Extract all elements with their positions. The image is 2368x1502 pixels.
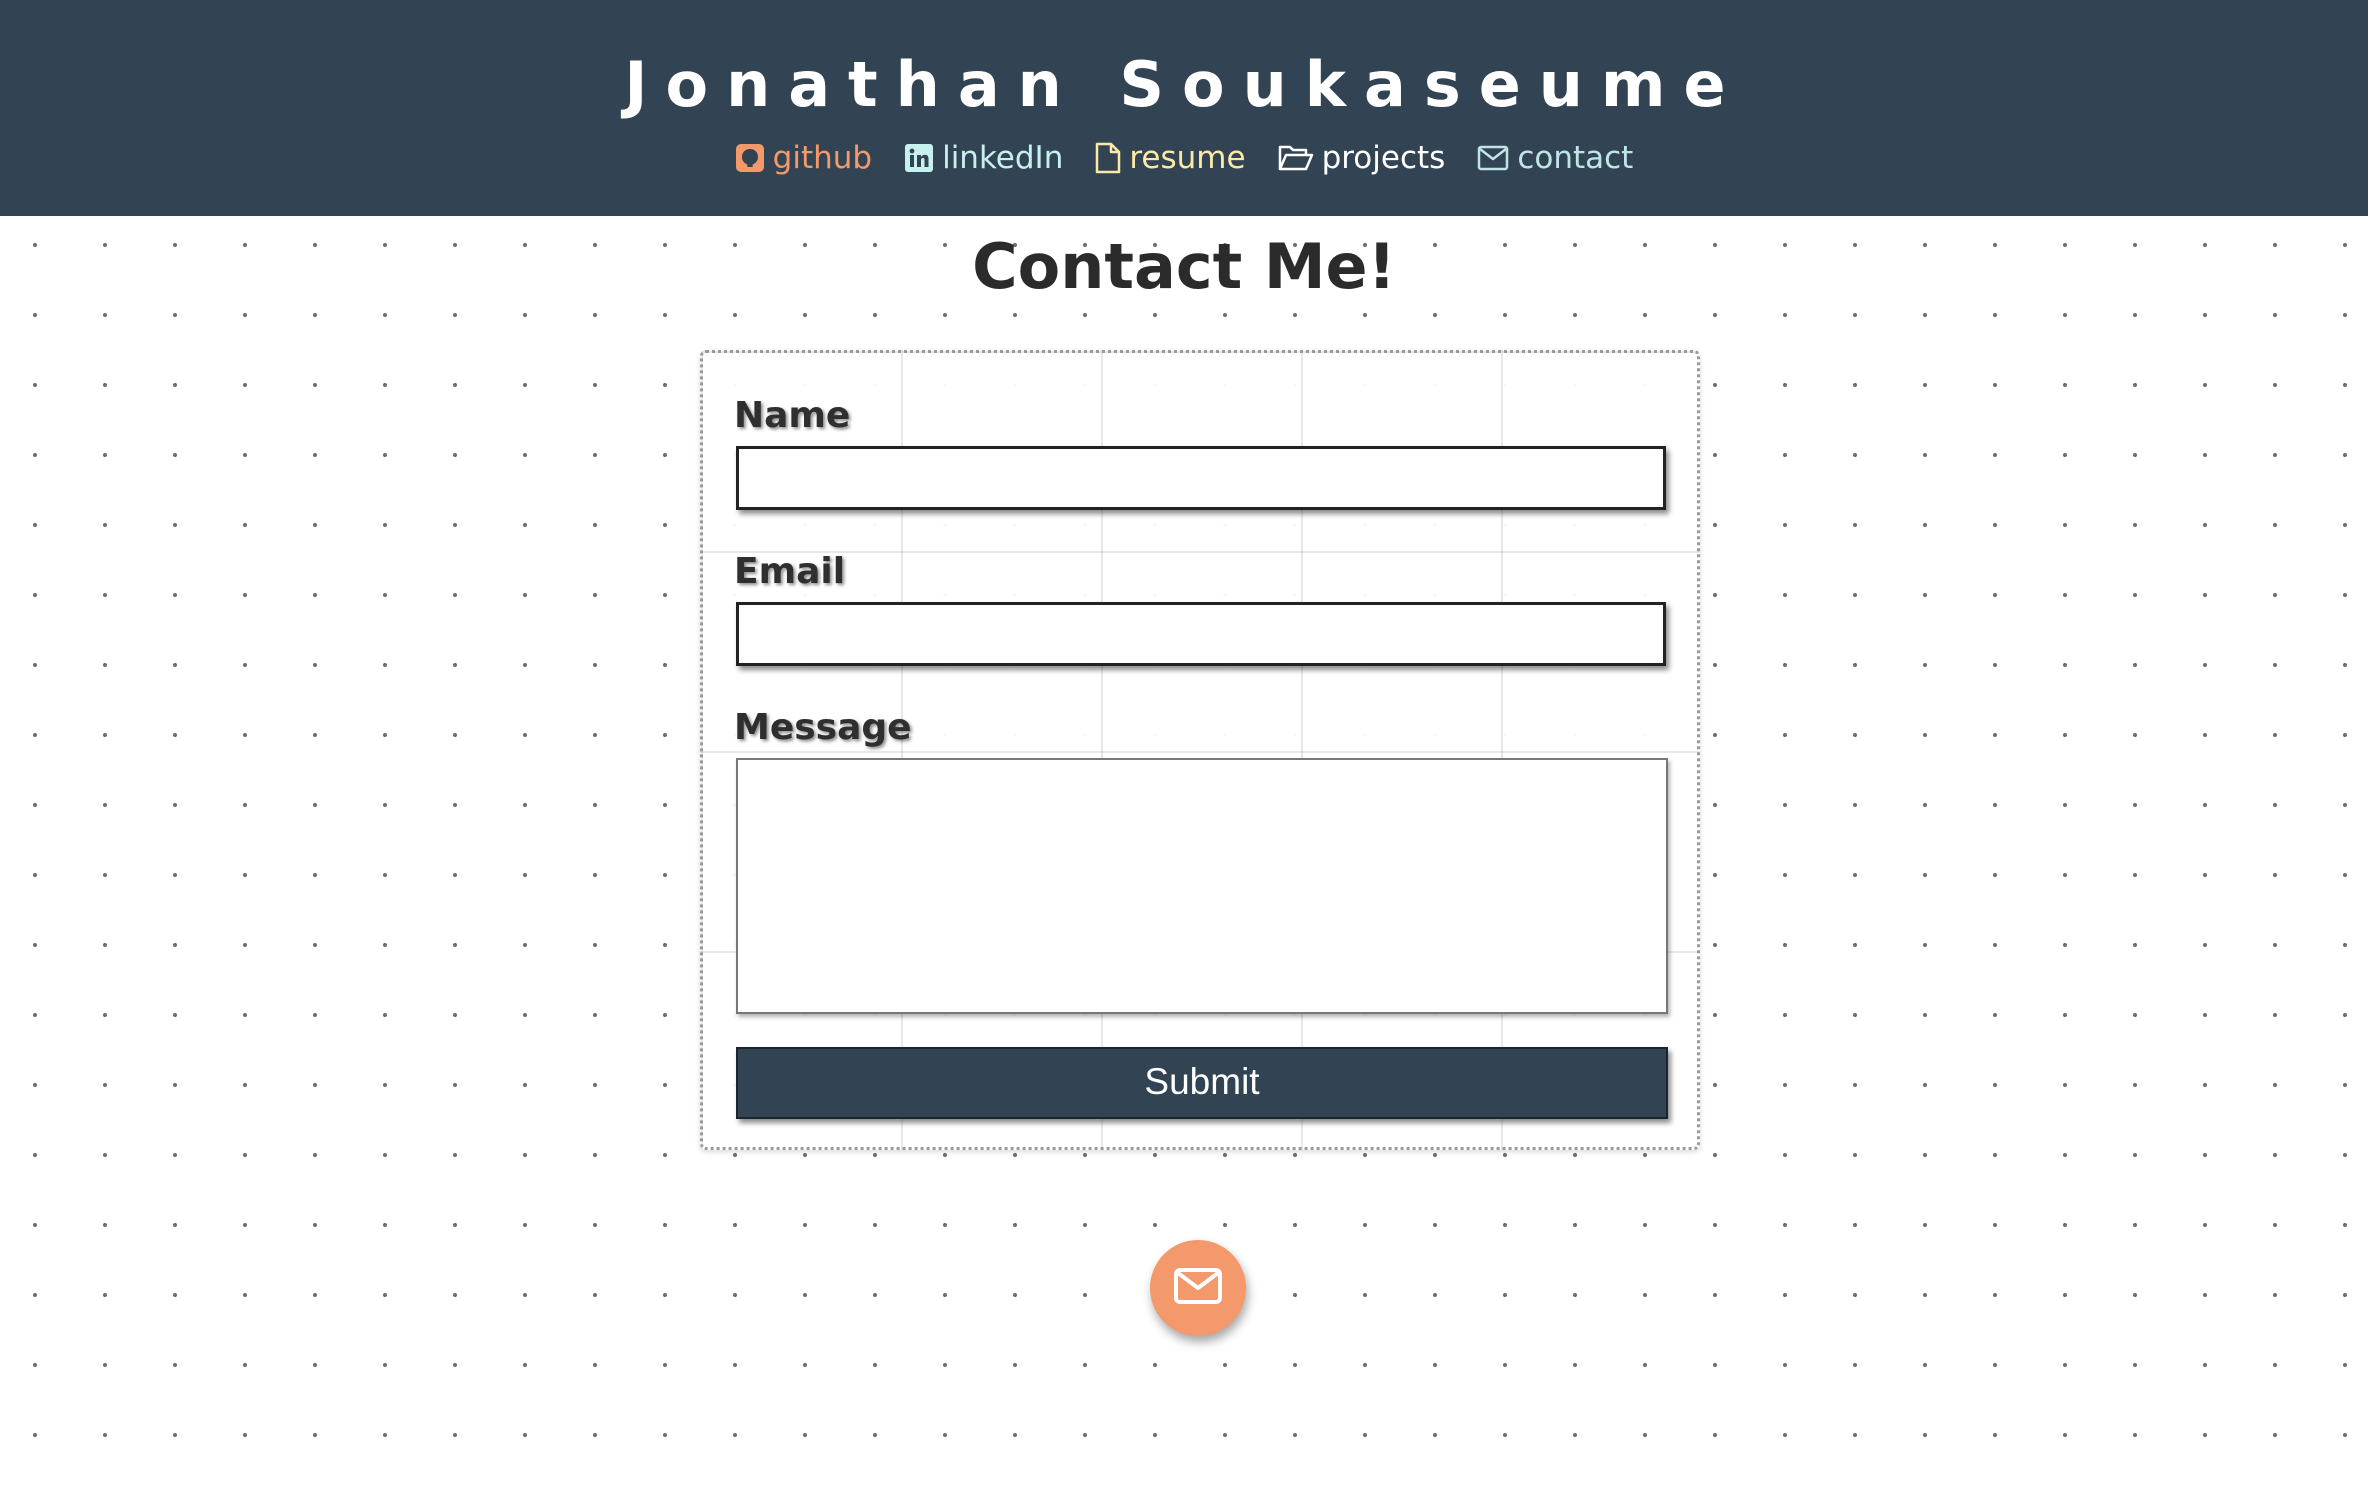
file-icon (1095, 142, 1121, 174)
page-title: Contact Me! (972, 230, 1396, 303)
nav-link-contact[interactable]: contact (1477, 132, 1633, 184)
envelope-icon (1477, 145, 1509, 171)
name-label: Name (734, 395, 851, 436)
contact-fab-button[interactable] (1150, 1240, 1246, 1336)
github-icon (735, 143, 765, 173)
nav-label-github: github (772, 140, 873, 176)
email-label: Email (734, 551, 846, 592)
nav-link-projects[interactable]: projects (1278, 132, 1446, 184)
nav-link-github[interactable]: github (735, 132, 872, 184)
nav-label-linkedin: linkedIn (942, 140, 1064, 176)
envelope-icon (1173, 1267, 1223, 1310)
site-title: Jonathan Soukaseume (624, 48, 1744, 121)
submit-button[interactable]: Submit (736, 1047, 1668, 1119)
nav-label-contact: contact (1517, 140, 1634, 176)
folder-open-icon (1278, 144, 1314, 172)
email-input[interactable] (736, 602, 1666, 666)
name-input[interactable] (736, 446, 1666, 510)
message-textarea[interactable] (736, 758, 1668, 1014)
nav-label-resume: resume (1129, 140, 1246, 176)
site-header: Jonathan Soukaseume github linkedIn resu… (0, 0, 2368, 216)
nav-label-projects: projects (1321, 140, 1446, 176)
contact-form: Name Email Message Submit (700, 350, 1700, 1150)
linkedin-icon (904, 143, 934, 173)
nav-link-resume[interactable]: resume (1095, 132, 1246, 184)
message-label: Message (734, 707, 912, 748)
nav-link-linkedin[interactable]: linkedIn (904, 132, 1063, 184)
main-nav: github linkedIn resume projects contact (0, 132, 2368, 184)
